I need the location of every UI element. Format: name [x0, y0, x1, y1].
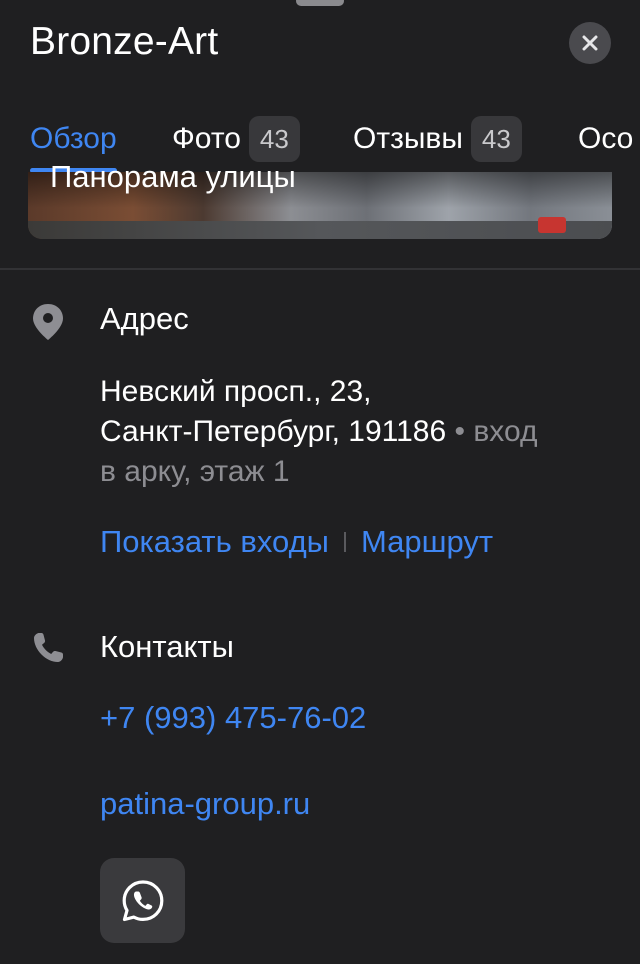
links-separator	[343, 532, 346, 552]
address-line-2: Санкт-Петербург, 191186	[100, 415, 447, 448]
whatsapp-button[interactable]	[100, 858, 185, 943]
tab-reviews-label: Отзывы	[353, 122, 463, 155]
contacts-heading: Контакты	[100, 629, 234, 664]
phone-link[interactable]: +7 (993) 475-76-02	[100, 700, 366, 736]
panorama-label: Панорама улицы	[50, 159, 296, 194]
address-actions: Показать входы Маршрут	[100, 524, 493, 560]
tab-reviews[interactable]: Отзывы 43	[353, 112, 522, 172]
tab-overview-label: Обзор	[30, 122, 117, 155]
place-card-sheet: Bronze-Art Обзор Фото 43 Отзывы 43 Осо П…	[0, 0, 640, 964]
address-heading: Адрес	[100, 301, 189, 336]
route-link[interactable]: Маршрут	[361, 524, 493, 560]
place-title: Bronze-Art	[30, 20, 219, 63]
address-bullet: •	[446, 415, 474, 448]
tab-features-label: Осо	[578, 122, 634, 155]
close-button[interactable]	[569, 22, 611, 64]
tab-photos-label: Фото	[172, 122, 241, 155]
close-icon	[582, 35, 598, 51]
location-pin-icon	[33, 304, 63, 340]
show-entrances-link[interactable]: Показать входы	[100, 524, 329, 560]
website-link[interactable]: patina-group.ru	[100, 786, 310, 822]
address-text: Невский просп., 23, Санкт-Петербург, 191…	[100, 372, 620, 492]
address-note-part1: вход	[473, 415, 538, 448]
address-note-part2: в арку, этаж 1	[100, 455, 290, 488]
panorama-street	[28, 221, 612, 239]
tab-features[interactable]: Осо	[578, 112, 633, 172]
address-line-1: Невский просп., 23,	[100, 375, 372, 408]
section-divider	[0, 268, 640, 270]
tab-reviews-count: 43	[470, 116, 522, 162]
panorama-vehicle	[538, 217, 566, 233]
sheet-drag-handle[interactable]	[296, 0, 344, 6]
tab-photos-count: 43	[248, 116, 300, 162]
whatsapp-icon	[122, 879, 163, 921]
phone-icon	[34, 633, 63, 662]
